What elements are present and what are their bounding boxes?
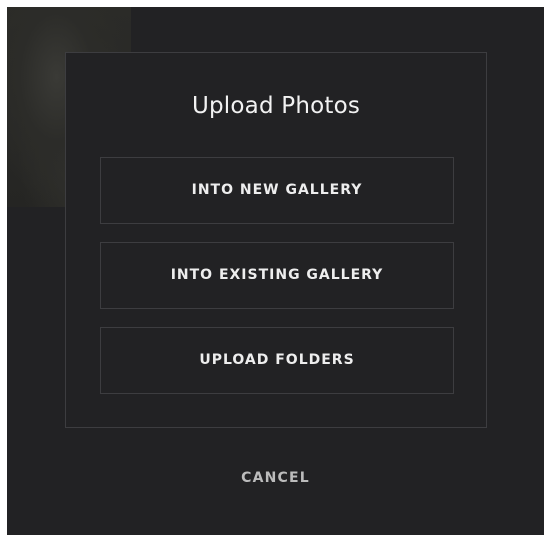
cancel-button[interactable]: CANCEL: [7, 469, 544, 487]
into-new-gallery-button[interactable]: INTO NEW GALLERY: [100, 157, 454, 224]
upload-photos-dialog: Upload Photos INTO NEW GALLERY INTO EXIS…: [65, 52, 487, 428]
into-existing-gallery-button[interactable]: INTO EXISTING GALLERY: [100, 242, 454, 309]
modal-backdrop: Upload Photos INTO NEW GALLERY INTO EXIS…: [7, 7, 544, 535]
dialog-title: Upload Photos: [191, 93, 361, 119]
upload-folders-button[interactable]: UPLOAD FOLDERS: [100, 327, 454, 394]
